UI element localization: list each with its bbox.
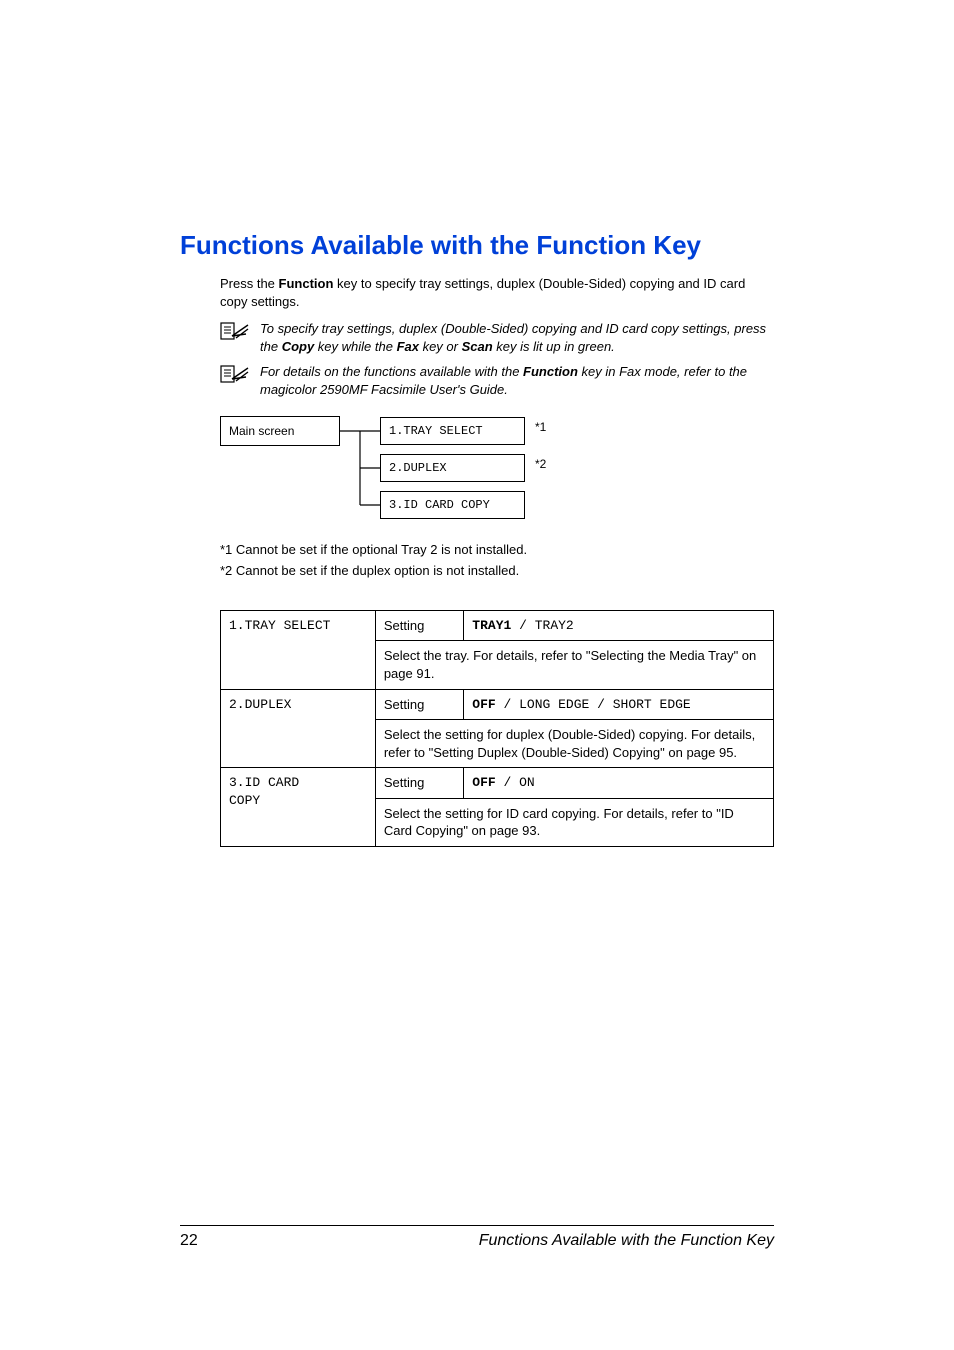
tree-connector-icon xyxy=(340,416,380,526)
text: COPY xyxy=(229,793,260,808)
menu-tree: Main screen 1.TRAY SELECT *1 2.DUPLEX *2… xyxy=(220,416,774,526)
asterisk-1: *1 xyxy=(535,420,546,434)
note-text: To specify tray settings, duplex (Double… xyxy=(260,320,774,355)
cell-menu: 1.TRAY SELECT xyxy=(221,610,376,689)
cell-description: Select the setting for duplex (Double-Si… xyxy=(375,720,773,768)
cell-value: OFF / ON xyxy=(464,768,774,799)
other-values: / LONG EDGE / SHORT EDGE xyxy=(496,697,691,712)
page-footer: 22 Functions Available with the Function… xyxy=(180,1225,774,1250)
text: key while the xyxy=(314,339,396,354)
menu-item-tray-select: 1.TRAY SELECT xyxy=(380,417,525,445)
page-title: Functions Available with the Function Ke… xyxy=(180,230,774,261)
cell-setting-label: Setting xyxy=(375,610,463,641)
table-row: 1.TRAY SELECT Setting TRAY1 / TRAY2 xyxy=(221,610,774,641)
text: Press the xyxy=(220,276,279,291)
note-block-1: To specify tray settings, duplex (Double… xyxy=(220,320,774,355)
main-screen-box: Main screen xyxy=(220,416,340,446)
footnote-2: *2 Cannot be set if the duplex option is… xyxy=(220,561,774,582)
intro-paragraph: Press the Function key to specify tray s… xyxy=(220,275,774,310)
table-row: 2.DUPLEX Setting OFF / LONG EDGE / SHORT… xyxy=(221,689,774,720)
cell-value: OFF / LONG EDGE / SHORT EDGE xyxy=(464,689,774,720)
table-row: 3.ID CARD COPY Setting OFF / ON xyxy=(221,768,774,799)
cell-setting-label: Setting xyxy=(375,768,463,799)
cell-menu: 2.DUPLEX xyxy=(221,689,376,768)
function-key-label: Function xyxy=(523,364,578,379)
menu-item-duplex: 2.DUPLEX xyxy=(380,454,525,482)
copy-key-label: Copy xyxy=(282,339,315,354)
cell-menu: 3.ID CARD COPY xyxy=(221,768,376,847)
cell-setting-label: Setting xyxy=(375,689,463,720)
cell-description: Select the setting for ID card copying. … xyxy=(375,798,773,846)
default-value: OFF xyxy=(472,697,495,712)
cell-value: TRAY1 / TRAY2 xyxy=(464,610,774,641)
other-values: / TRAY2 xyxy=(511,618,573,633)
menu-item-id-card-copy: 3.ID CARD COPY xyxy=(380,491,525,519)
text: 3.ID CARD xyxy=(229,775,299,790)
note-block-2: For details on the functions available w… xyxy=(220,363,774,398)
other-values: / ON xyxy=(496,775,535,790)
text: key is lit up in green. xyxy=(493,339,615,354)
text: For details on the functions available w… xyxy=(260,364,523,379)
text: key or xyxy=(419,339,462,354)
scan-key-label: Scan xyxy=(462,339,493,354)
cell-description: Select the tray. For details, refer to "… xyxy=(375,641,773,689)
function-key-label: Function xyxy=(279,276,334,291)
default-value: OFF xyxy=(472,775,495,790)
settings-table: 1.TRAY SELECT Setting TRAY1 / TRAY2 Sele… xyxy=(220,610,774,847)
footnote-1: *1 Cannot be set if the optional Tray 2 … xyxy=(220,540,774,561)
note-text: For details on the functions available w… xyxy=(260,363,774,398)
asterisk-2: *2 xyxy=(535,457,546,471)
default-value: TRAY1 xyxy=(472,618,511,633)
page-number: 22 xyxy=(180,1232,198,1250)
footnote-list: *1 Cannot be set if the optional Tray 2 … xyxy=(220,540,774,582)
note-icon xyxy=(220,322,250,343)
note-icon xyxy=(220,365,250,386)
footer-title: Functions Available with the Function Ke… xyxy=(479,1232,774,1250)
fax-key-label: Fax xyxy=(397,339,419,354)
